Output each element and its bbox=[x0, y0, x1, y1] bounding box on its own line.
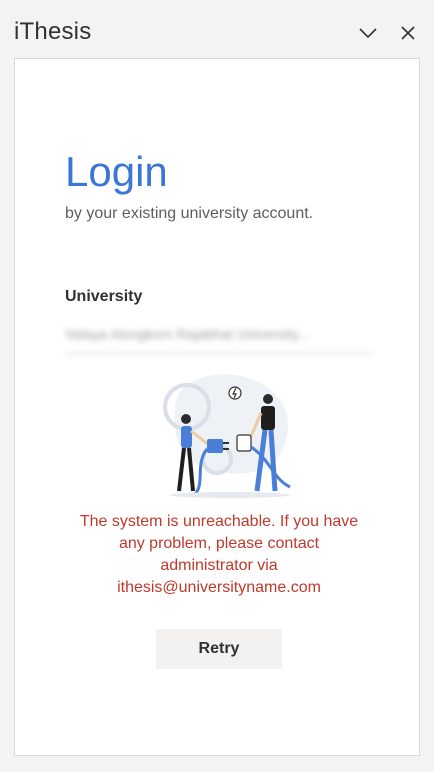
login-panel: Login by your existing university accoun… bbox=[14, 58, 420, 756]
error-line: The system is unreachable. If you have bbox=[79, 513, 359, 530]
university-select[interactable]: Valaya Alongkorn Rajabhat University... bbox=[65, 319, 373, 354]
app-title: iThesis bbox=[14, 18, 92, 45]
login-subtitle: by your existing university account. bbox=[65, 205, 314, 222]
login-heading: Login bbox=[65, 148, 168, 195]
close-button[interactable] bbox=[397, 22, 419, 44]
close-icon bbox=[401, 26, 415, 40]
collapse-button[interactable] bbox=[357, 22, 379, 44]
disconnected-plug-illustration bbox=[163, 374, 291, 498]
university-label: University bbox=[65, 288, 143, 305]
chevron-down-icon bbox=[359, 28, 377, 39]
error-line: administrator via bbox=[160, 557, 278, 574]
error-line: any problem, please contact bbox=[118, 535, 320, 552]
error-message: The system is unreachable. If you have a… bbox=[55, 511, 383, 599]
error-line: ithesis@universityname.com bbox=[117, 579, 321, 596]
retry-button[interactable]: Retry bbox=[156, 629, 282, 669]
title-bar: iThesis bbox=[0, 0, 434, 58]
